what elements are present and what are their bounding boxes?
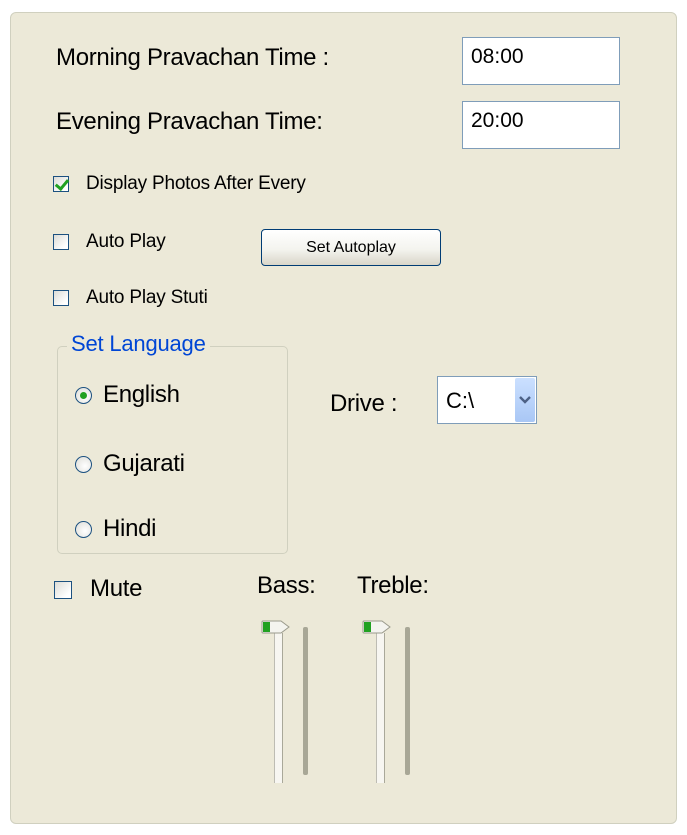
radio-selected-dot-icon	[80, 392, 87, 399]
display-photos-label: Display Photos After Every	[86, 173, 306, 194]
radio-hindi-label: Hindi	[103, 515, 157, 542]
checkmark-icon	[54, 175, 70, 192]
auto-play-stuti-checkbox[interactable]	[53, 290, 69, 306]
treble-slider-shadow	[405, 627, 410, 775]
display-photos-checkbox[interactable]	[53, 175, 70, 192]
drive-select-value: C:\	[446, 388, 475, 413]
bass-label: Bass:	[257, 572, 316, 599]
evening-time-label: Evening Pravachan Time:	[56, 108, 323, 135]
radio-english[interactable]	[75, 387, 92, 404]
treble-label: Treble:	[357, 572, 429, 599]
auto-play-checkbox[interactable]	[53, 234, 69, 250]
mute-checkbox[interactable]	[54, 581, 72, 599]
morning-time-label: Morning Pravachan Time :	[56, 44, 329, 71]
language-group-title: Set Language	[67, 331, 210, 357]
auto-play-stuti-label: Auto Play Stuti	[86, 287, 208, 308]
set-autoplay-button[interactable]: Set Autoplay	[261, 229, 441, 266]
auto-play-label: Auto Play	[86, 231, 166, 252]
treble-slider-thumb-icon[interactable]	[362, 620, 392, 634]
radio-hindi[interactable]	[75, 521, 92, 538]
bass-slider-track	[274, 633, 283, 783]
radio-english-label: English	[103, 381, 180, 408]
bass-slider-shadow	[303, 627, 308, 775]
bass-slider-thumb-icon[interactable]	[261, 620, 291, 634]
morning-time-input[interactable]: 08:00	[462, 37, 620, 85]
mute-label: Mute	[90, 575, 143, 602]
treble-slider-track	[376, 633, 385, 783]
chevron-down-icon[interactable]	[515, 378, 535, 422]
radio-gujarati[interactable]	[75, 456, 92, 473]
radio-gujarati-label: Gujarati	[103, 450, 185, 477]
evening-time-input[interactable]: 20:00	[462, 101, 620, 149]
drive-label: Drive :	[330, 390, 398, 417]
drive-select[interactable]: C:\	[437, 376, 537, 424]
